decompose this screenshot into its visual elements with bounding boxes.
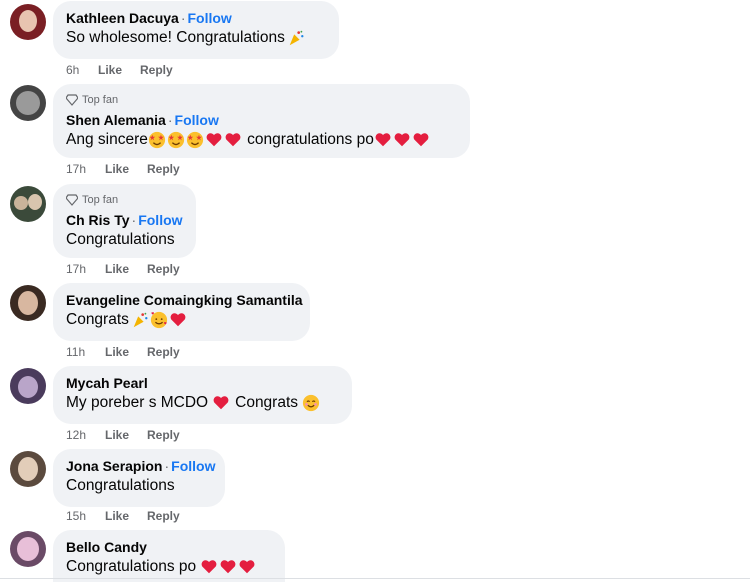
diamond-icon xyxy=(66,194,78,206)
follow-button[interactable]: Follow xyxy=(171,458,215,474)
star-struck-icon xyxy=(186,131,203,148)
red-heart-icon xyxy=(225,132,241,146)
avatar[interactable] xyxy=(10,531,46,567)
party-popper-icon xyxy=(289,30,304,45)
comment-bubble: Evangeline Comaingking Samantila Congrat… xyxy=(53,283,310,341)
avatar[interactable] xyxy=(10,85,46,121)
comment-actions: 6h Like Reply xyxy=(66,62,191,78)
timestamp[interactable]: 12h xyxy=(66,427,105,443)
red-heart-icon xyxy=(239,559,255,573)
avatar[interactable] xyxy=(10,186,46,222)
comment-text: Congratulations xyxy=(66,477,175,494)
reply-button[interactable]: Reply xyxy=(140,62,173,78)
red-heart-icon xyxy=(413,132,429,146)
comment-actions: 11h Like Reply xyxy=(66,344,198,360)
comment-bubble: Mycah Pearl My poreber s MCDO Congrats xyxy=(53,366,352,424)
top-fan-badge: Top fan xyxy=(66,93,457,107)
comment-actions: 12h Like Reply xyxy=(66,427,198,443)
red-heart-icon xyxy=(170,312,186,326)
follow-button[interactable]: Follow xyxy=(188,10,232,26)
timestamp[interactable]: 17h xyxy=(66,161,105,177)
red-heart-icon xyxy=(206,132,222,146)
like-button[interactable]: Like xyxy=(98,62,122,78)
reply-button[interactable]: Reply xyxy=(147,261,180,277)
commenter-name[interactable]: Bello Candy xyxy=(66,539,147,555)
timestamp[interactable]: 6h xyxy=(66,62,98,78)
party-popper-icon xyxy=(133,312,148,327)
comment-bubble: Top fan Ch Ris Ty · Follow Congratulations xyxy=(53,184,196,258)
reply-button[interactable]: Reply xyxy=(147,427,180,443)
commenter-name[interactable]: Shen Alemania xyxy=(66,112,166,128)
comment-bubble: Top fan Shen Alemania · Follow Ang sincere… xyxy=(53,84,470,158)
avatar[interactable] xyxy=(10,368,46,404)
divider xyxy=(0,578,750,579)
diamond-icon xyxy=(66,94,78,106)
red-heart-icon xyxy=(220,559,236,573)
smiling-face-icon xyxy=(302,394,320,411)
avatar[interactable] xyxy=(10,4,46,40)
red-heart-icon xyxy=(201,559,217,573)
comment-text: So wholesome! Congratulations xyxy=(66,27,326,48)
avatar[interactable] xyxy=(10,451,46,487)
comment-text: Ang sincere congratulations po xyxy=(66,129,457,150)
comment-bubble: Jona Serapion · Follow Congratulations xyxy=(53,449,225,507)
follow-button[interactable]: Follow xyxy=(138,212,182,228)
reply-button[interactable]: Reply xyxy=(147,161,180,177)
star-struck-icon xyxy=(167,131,184,148)
commenter-name[interactable]: Kathleen Dacuya xyxy=(66,10,179,26)
top-fan-badge: Top fan xyxy=(66,193,183,207)
comment-actions: 17h Like Reply xyxy=(66,161,198,177)
comment-text: Congratulations po xyxy=(66,556,272,577)
comment-actions: 17h Like Reply xyxy=(66,261,198,277)
reply-button[interactable]: Reply xyxy=(147,344,180,360)
like-button[interactable]: Like xyxy=(105,261,129,277)
comment-text: Congrats xyxy=(66,309,297,330)
commenter-name[interactable]: Ch Ris Ty xyxy=(66,212,130,228)
timestamp[interactable]: 11h xyxy=(66,344,105,360)
like-button[interactable]: Like xyxy=(105,344,129,360)
comment-actions: 15h Like Reply xyxy=(66,508,198,524)
red-heart-icon xyxy=(394,132,410,146)
commenter-name[interactable]: Jona Serapion xyxy=(66,458,162,474)
comment-bubble: Bello Candy Congratulations po xyxy=(53,530,285,582)
follow-button[interactable]: Follow xyxy=(175,112,219,128)
comment-text: My poreber s MCDO Congrats xyxy=(66,392,339,413)
avatar[interactable] xyxy=(10,285,46,321)
like-button[interactable]: Like xyxy=(105,427,129,443)
commenter-name[interactable]: Evangeline Comaingking Samantila xyxy=(66,292,303,308)
comment-text: Congratulations xyxy=(66,231,175,248)
commenter-name[interactable]: Mycah Pearl xyxy=(66,375,148,391)
star-struck-icon xyxy=(148,131,165,148)
smiling-face-with-hearts-icon xyxy=(150,311,168,328)
timestamp[interactable]: 17h xyxy=(66,261,105,277)
timestamp[interactable]: 15h xyxy=(66,508,105,524)
like-button[interactable]: Like xyxy=(105,161,129,177)
reply-button[interactable]: Reply xyxy=(147,508,180,524)
red-heart-icon xyxy=(375,132,391,146)
like-button[interactable]: Like xyxy=(105,508,129,524)
comment-bubble: Kathleen Dacuya · Follow So wholesome! Con… xyxy=(53,1,339,59)
red-heart-icon xyxy=(213,395,229,409)
